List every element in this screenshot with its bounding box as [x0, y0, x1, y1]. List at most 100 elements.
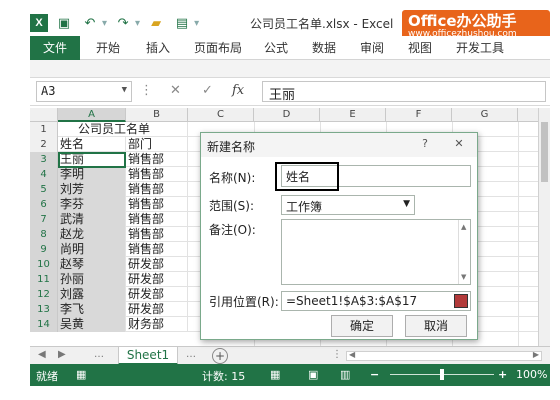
cell-b[interactable]: 销售部	[126, 227, 188, 242]
horizontal-scrollbar[interactable]: ◀ ▶	[346, 350, 542, 361]
cell-a[interactable]: 赵龙	[58, 227, 126, 242]
cell-b[interactable]: 研发部	[126, 287, 188, 302]
cell-a[interactable]: 尚明	[58, 242, 126, 257]
row-header[interactable]: 2	[30, 137, 58, 152]
redo-icon[interactable]: ↷	[113, 13, 133, 33]
column-header-g[interactable]: G	[452, 108, 518, 122]
name-box-dropdown-icon[interactable]: ▼	[122, 85, 127, 95]
formula-input[interactable]: 王丽	[262, 81, 546, 103]
cell-a[interactable]: 李芬	[58, 197, 126, 212]
vertical-scroll-thumb[interactable]	[541, 122, 548, 182]
insert-function-icon[interactable]: fx	[232, 83, 244, 98]
more-sheets-right-icon[interactable]: …	[186, 349, 196, 360]
cell-a[interactable]: 孙丽	[58, 272, 126, 287]
cell-a[interactable]: 赵琴	[58, 257, 126, 272]
row-header[interactable]: 1	[30, 122, 58, 137]
vertical-scrollbar[interactable]	[538, 108, 550, 346]
cell-b[interactable]: 部门	[126, 137, 188, 152]
cell-a[interactable]: 李明	[58, 167, 126, 182]
refers-to-input[interactable]: =Sheet1!$A$3:$A$17	[281, 291, 471, 311]
scroll-right-icon[interactable]: ▶	[533, 350, 539, 359]
column-header-a[interactable]: A	[58, 108, 126, 122]
undo-icon[interactable]: ↶	[80, 13, 100, 33]
cell-b[interactable]: 销售部	[126, 242, 188, 257]
cell-a[interactable]: 公司员工名单	[58, 122, 150, 137]
cell-b[interactable]: 销售部	[126, 182, 188, 197]
tab-view[interactable]: 视图	[408, 36, 432, 60]
cell-b[interactable]: 研发部	[126, 257, 188, 272]
tab-file[interactable]: 文件	[30, 36, 80, 60]
tab-insert[interactable]: 插入	[146, 36, 170, 60]
save-as-icon[interactable]: ▤	[172, 13, 192, 33]
cell-b[interactable]: 研发部	[126, 302, 188, 317]
row-header[interactable]: 5	[30, 182, 58, 197]
row-header[interactable]: 4	[30, 167, 58, 182]
scroll-up-icon[interactable]: ▲	[461, 223, 466, 231]
column-header-e[interactable]: E	[320, 108, 386, 122]
confirm-entry-icon[interactable]: ✓	[202, 83, 213, 98]
cell-a[interactable]: 刘芳	[58, 182, 126, 197]
tab-data[interactable]: 数据	[312, 36, 336, 60]
name-box[interactable]: A3 ▼	[36, 81, 132, 102]
more-sheets-left-icon[interactable]: …	[94, 349, 104, 360]
zoom-in-icon[interactable]: +	[498, 368, 507, 381]
macro-record-icon[interactable]: ▦	[76, 368, 86, 381]
cell-a[interactable]: 武清	[58, 212, 126, 227]
scroll-down-icon[interactable]: ▼	[461, 273, 466, 281]
split-handle-icon[interactable]: ⋮	[332, 349, 342, 360]
comment-textarea[interactable]: ▲ ▼	[281, 219, 471, 285]
page-break-view-icon[interactable]: ▥	[340, 368, 350, 381]
column-header-f[interactable]: F	[386, 108, 452, 122]
comment-scrollbar[interactable]: ▲ ▼	[458, 220, 470, 284]
row-header[interactable]: 12	[30, 287, 58, 302]
cancel-button[interactable]: 取消	[405, 315, 467, 337]
cell-b[interactable]: 销售部	[126, 212, 188, 227]
cell-a[interactable]: 李飞	[58, 302, 126, 317]
normal-view-icon[interactable]: ▦	[270, 368, 280, 381]
row-header[interactable]: 9	[30, 242, 58, 257]
column-header-b[interactable]: B	[126, 108, 188, 122]
range-picker-icon[interactable]	[454, 294, 468, 308]
column-header-d[interactable]: D	[254, 108, 320, 122]
cell-a[interactable]: 姓名	[58, 137, 126, 152]
ok-button[interactable]: 确定	[331, 315, 393, 337]
zoom-out-icon[interactable]: −	[370, 368, 379, 381]
row-header[interactable]: 11	[30, 272, 58, 287]
customize-qat-icon[interactable]: ▾	[194, 18, 199, 29]
row-header[interactable]: 6	[30, 197, 58, 212]
add-sheet-icon[interactable]: +	[212, 348, 228, 364]
tab-page-layout[interactable]: 页面布局	[194, 36, 242, 60]
cell-a[interactable]: 刘露	[58, 287, 126, 302]
zoom-slider-thumb[interactable]	[440, 369, 444, 380]
scroll-tabs-left-icon[interactable]: ◀	[38, 349, 46, 360]
zoom-level[interactable]: 100%	[516, 368, 547, 381]
cell-b[interactable]: 研发部	[126, 272, 188, 287]
help-icon[interactable]: ?	[411, 135, 439, 153]
row-header[interactable]: 7	[30, 212, 58, 227]
scroll-tabs-right-icon[interactable]: ▶	[58, 349, 66, 360]
column-header-c[interactable]: C	[188, 108, 254, 122]
scope-dropdown-icon[interactable]: ▼	[403, 199, 410, 209]
save-icon[interactable]: ▣	[54, 13, 74, 33]
tab-home[interactable]: 开始	[96, 36, 120, 60]
row-header[interactable]: 13	[30, 302, 58, 317]
close-icon[interactable]: ✕	[445, 135, 473, 153]
tab-formulas[interactable]: 公式	[264, 36, 288, 60]
select-all-corner[interactable]	[30, 108, 58, 122]
open-folder-icon[interactable]: ▰	[146, 13, 166, 33]
cell-b[interactable]: 财务部	[126, 317, 188, 332]
cell-b[interactable]: 销售部	[126, 152, 188, 167]
undo-dropdown-icon[interactable]: ▾	[102, 18, 107, 29]
row-header[interactable]: 10	[30, 257, 58, 272]
cell-a[interactable]: 吴黄	[58, 317, 126, 332]
page-layout-view-icon[interactable]: ▣	[308, 368, 318, 381]
cell-b[interactable]: 销售部	[126, 197, 188, 212]
sheet-tab-sheet1[interactable]: Sheet1	[118, 347, 178, 365]
cancel-entry-icon[interactable]: ✕	[170, 83, 181, 98]
scope-select[interactable]: 工作簿 ▼	[281, 195, 415, 215]
tab-review[interactable]: 审阅	[360, 36, 384, 60]
tab-developer[interactable]: 开发工具	[456, 36, 504, 60]
row-header[interactable]: 8	[30, 227, 58, 242]
cell-b[interactable]	[126, 122, 188, 137]
redo-dropdown-icon[interactable]: ▾	[135, 18, 140, 29]
